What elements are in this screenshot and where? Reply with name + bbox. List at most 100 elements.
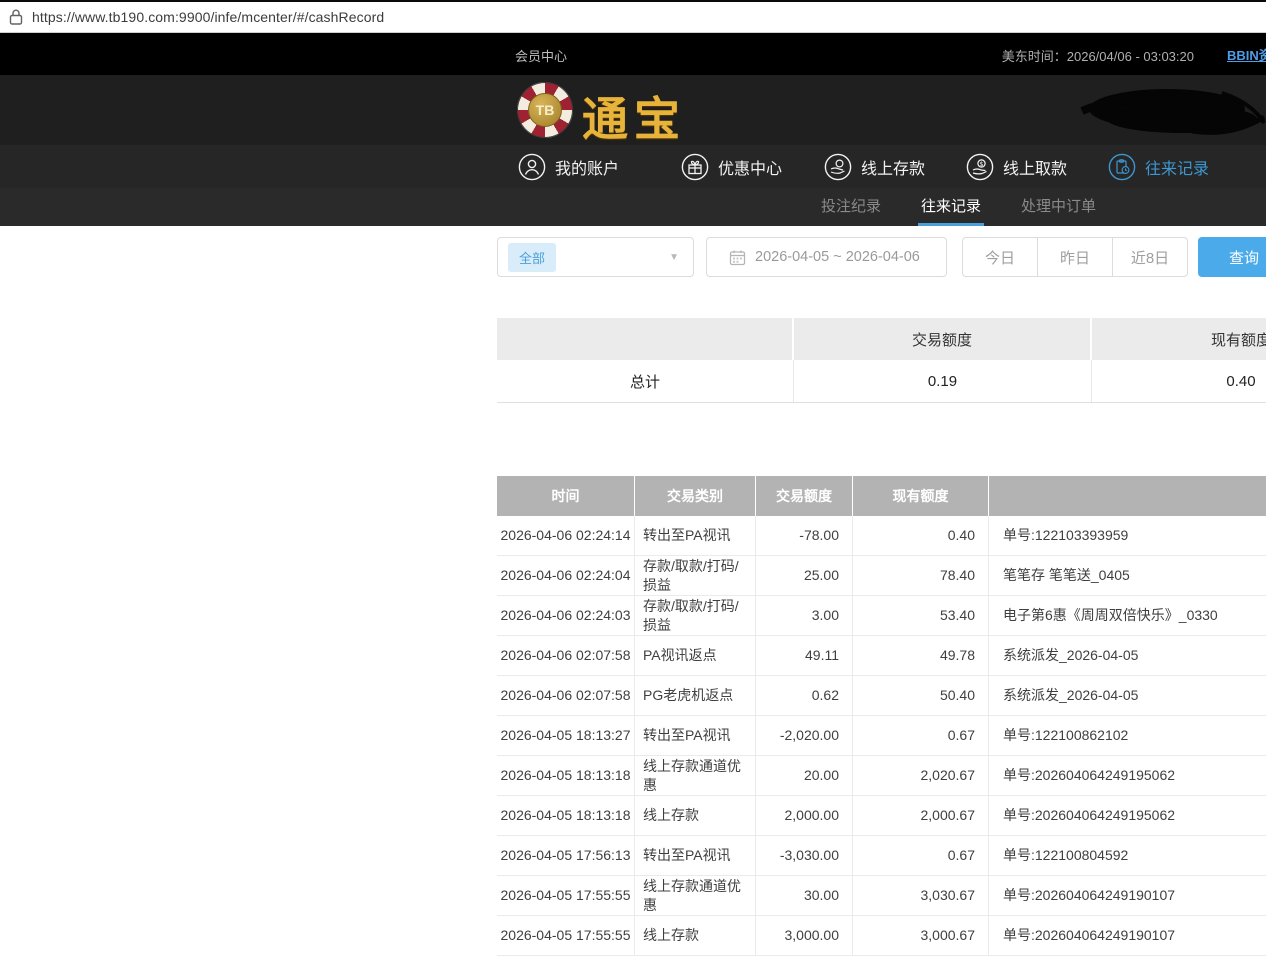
header-time: 时间 bbox=[497, 476, 635, 516]
tab-betting-records[interactable]: 投注纪录 bbox=[818, 188, 884, 226]
cell-balance: 0.40 bbox=[853, 516, 989, 555]
summary-table: 交易额度 现有额度 总计 0.19 0.40 bbox=[497, 318, 1266, 403]
summary-header-balance: 现有额度 bbox=[1092, 318, 1266, 360]
cell-time: 2026-04-06 02:24:04 bbox=[497, 556, 635, 595]
withdraw-coin-hand-icon: $ bbox=[966, 153, 994, 181]
today-button[interactable]: 今日 bbox=[962, 237, 1038, 277]
category-selected-chip[interactable]: 全部 bbox=[508, 243, 556, 272]
cell-balance: 3,030.67 bbox=[853, 876, 989, 915]
bbin-link[interactable]: BBIN资讯端 bbox=[1227, 45, 1266, 64]
cell-balance: 0.67 bbox=[853, 836, 989, 875]
browser-address-bar[interactable]: https://www.tb190.com:9900/infe/mcenter/… bbox=[0, 0, 1266, 33]
table-row: 2026-04-05 17:55:55 线上存款通道优惠 30.00 3,030… bbox=[497, 876, 1266, 916]
table-row: 2026-04-06 02:24:14 转出至PA视讯 -78.00 0.40 … bbox=[497, 516, 1266, 556]
table-row: 2026-04-06 02:24:03 存款/取款/打码/损益 3.00 53.… bbox=[497, 596, 1266, 636]
table-row: 2026-04-05 18:13:18 线上存款 2,000.00 2,000.… bbox=[497, 796, 1266, 836]
cell-time: 2026-04-05 17:55:55 bbox=[497, 916, 635, 955]
header-type: 交易类别 bbox=[635, 476, 756, 516]
cell-summary: 单号:202604064249190107 bbox=[989, 916, 1266, 955]
table-row: 2026-04-05 17:55:55 线上存款 3,000.00 3,000.… bbox=[497, 916, 1266, 956]
cell-summary: 单号:122100804592 bbox=[989, 836, 1266, 875]
cell-amount: 2,000.00 bbox=[756, 796, 853, 835]
header-summary: 摘要 bbox=[989, 476, 1266, 516]
summary-total-amount: 0.19 bbox=[794, 360, 1092, 402]
logo-chip-text: TB bbox=[528, 93, 562, 127]
tab-transaction-records[interactable]: 往来记录 bbox=[918, 188, 984, 226]
table-row: 2026-04-05 17:56:13 转出至PA视讯 -3,030.00 0.… bbox=[497, 836, 1266, 876]
cell-amount: 3,000.00 bbox=[756, 916, 853, 955]
user-icon bbox=[518, 153, 546, 181]
cell-time: 2026-04-06 02:07:58 bbox=[497, 636, 635, 675]
cell-amount: 25.00 bbox=[756, 556, 853, 595]
cell-summary: 单号:122100862102 bbox=[989, 716, 1266, 755]
member-center-label: 会员中心 bbox=[515, 46, 567, 65]
cell-amount: 3.00 bbox=[756, 596, 853, 635]
nav-item-online-withdrawal[interactable]: $ 线上取款 bbox=[966, 145, 1067, 188]
cell-balance: 0.67 bbox=[853, 716, 989, 755]
cell-type: 线上存款通道优惠 bbox=[635, 876, 756, 915]
table-row: 2026-04-06 02:07:58 PA视讯返点 49.11 49.78 系… bbox=[497, 636, 1266, 676]
summary-total-row: 总计 0.19 0.40 bbox=[497, 360, 1266, 403]
cell-type: PA视讯返点 bbox=[635, 636, 756, 675]
gift-icon bbox=[681, 153, 709, 181]
top-bar: 会员中心 美东时间：2026/04/06 - 03:03:20 BBIN资讯端 bbox=[0, 33, 1266, 75]
cell-type: 转出至PA视讯 bbox=[635, 516, 756, 555]
cell-type: 存款/取款/打码/损益 bbox=[635, 556, 756, 595]
cell-balance: 3,000.67 bbox=[853, 916, 989, 955]
cell-time: 2026-04-05 18:13:18 bbox=[497, 796, 635, 835]
cell-type: 线上存款 bbox=[635, 916, 756, 955]
cell-amount: -78.00 bbox=[756, 516, 853, 555]
cell-amount: 30.00 bbox=[756, 876, 853, 915]
summary-header-row: 交易额度 现有额度 bbox=[497, 318, 1266, 360]
header-amount: 交易额度 bbox=[756, 476, 853, 516]
last-8-days-button[interactable]: 近8日 bbox=[1112, 237, 1188, 277]
cell-amount: 20.00 bbox=[756, 756, 853, 795]
cell-time: 2026-04-05 18:13:18 bbox=[497, 756, 635, 795]
cell-summary: 单号:202604064249195062 bbox=[989, 796, 1266, 835]
cell-time: 2026-04-05 17:56:13 bbox=[497, 836, 635, 875]
summary-header-empty bbox=[497, 318, 794, 360]
nav-item-online-deposit[interactable]: 线上存款 bbox=[824, 145, 925, 188]
main-nav: 我的账户 优惠中心 线上存款 $ 线上取款 bbox=[0, 145, 1266, 188]
tab-pending-orders[interactable]: 处理中订单 bbox=[1018, 188, 1099, 226]
table-row: 2026-04-05 18:13:27 转出至PA视讯 -2,020.00 0.… bbox=[497, 716, 1266, 756]
cell-type: 存款/取款/打码/损益 bbox=[635, 596, 756, 635]
cell-type: PG老虎机返点 bbox=[635, 676, 756, 715]
nav-item-my-account[interactable]: 我的账户 bbox=[518, 145, 619, 188]
nav-label: 往来记录 bbox=[1145, 155, 1209, 179]
cell-summary: 单号:122103393959 bbox=[989, 516, 1266, 555]
search-button[interactable]: 查询 bbox=[1198, 237, 1266, 277]
cell-summary: 电子第6惠《周周双倍快乐》_0330 bbox=[989, 596, 1266, 635]
cell-type: 线上存款通道优惠 bbox=[635, 756, 756, 795]
cell-summary: 系统派发_2026-04-05 bbox=[989, 676, 1266, 715]
nav-item-promotions[interactable]: 优惠中心 bbox=[681, 145, 782, 188]
date-range-value: 2026-04-05 ~ 2026-04-06 bbox=[755, 249, 920, 265]
cell-balance: 53.40 bbox=[853, 596, 989, 635]
table-row: 2026-04-06 02:07:58 PG老虎机返点 0.62 50.40 系… bbox=[497, 676, 1266, 716]
cell-balance: 49.78 bbox=[853, 636, 989, 675]
calendar-icon bbox=[729, 249, 746, 266]
summary-total-balance: 0.40 bbox=[1092, 360, 1266, 402]
transactions-header-row: 时间 交易类别 交易额度 现有额度 摘要 bbox=[497, 476, 1266, 516]
yesterday-button[interactable]: 昨日 bbox=[1037, 237, 1113, 277]
cell-amount: 0.62 bbox=[756, 676, 853, 715]
nav-label: 优惠中心 bbox=[718, 155, 782, 179]
date-range-input[interactable]: 2026-04-05 ~ 2026-04-06 bbox=[706, 237, 947, 277]
nav-item-transaction-records[interactable]: 往来记录 bbox=[1108, 145, 1209, 188]
cell-summary: 单号:202604064249190107 bbox=[989, 876, 1266, 915]
category-select[interactable]: 全部 ▼ bbox=[497, 237, 694, 277]
cell-amount: -3,030.00 bbox=[756, 836, 853, 875]
quick-date-buttons: 今日 昨日 近8日 bbox=[962, 237, 1188, 277]
brand-name: 通宝 bbox=[582, 83, 686, 149]
cell-time: 2026-04-06 02:24:03 bbox=[497, 596, 635, 635]
cell-amount: 49.11 bbox=[756, 636, 853, 675]
svg-text:$: $ bbox=[979, 160, 983, 168]
cell-type: 转出至PA视讯 bbox=[635, 836, 756, 875]
cell-summary: 笔笔存 笔笔送_0405 bbox=[989, 556, 1266, 595]
cell-time: 2026-04-05 18:13:27 bbox=[497, 716, 635, 755]
transactions-table-body: 2026-04-06 02:24:14 转出至PA视讯 -78.00 0.40 … bbox=[497, 516, 1266, 956]
cell-balance: 2,020.67 bbox=[853, 756, 989, 795]
url-text: https://www.tb190.com:9900/infe/mcenter/… bbox=[32, 9, 384, 25]
table-row: 2026-04-06 02:24:04 存款/取款/打码/损益 25.00 78… bbox=[497, 556, 1266, 596]
logo-band: TB 通宝 bbox=[0, 75, 1266, 145]
